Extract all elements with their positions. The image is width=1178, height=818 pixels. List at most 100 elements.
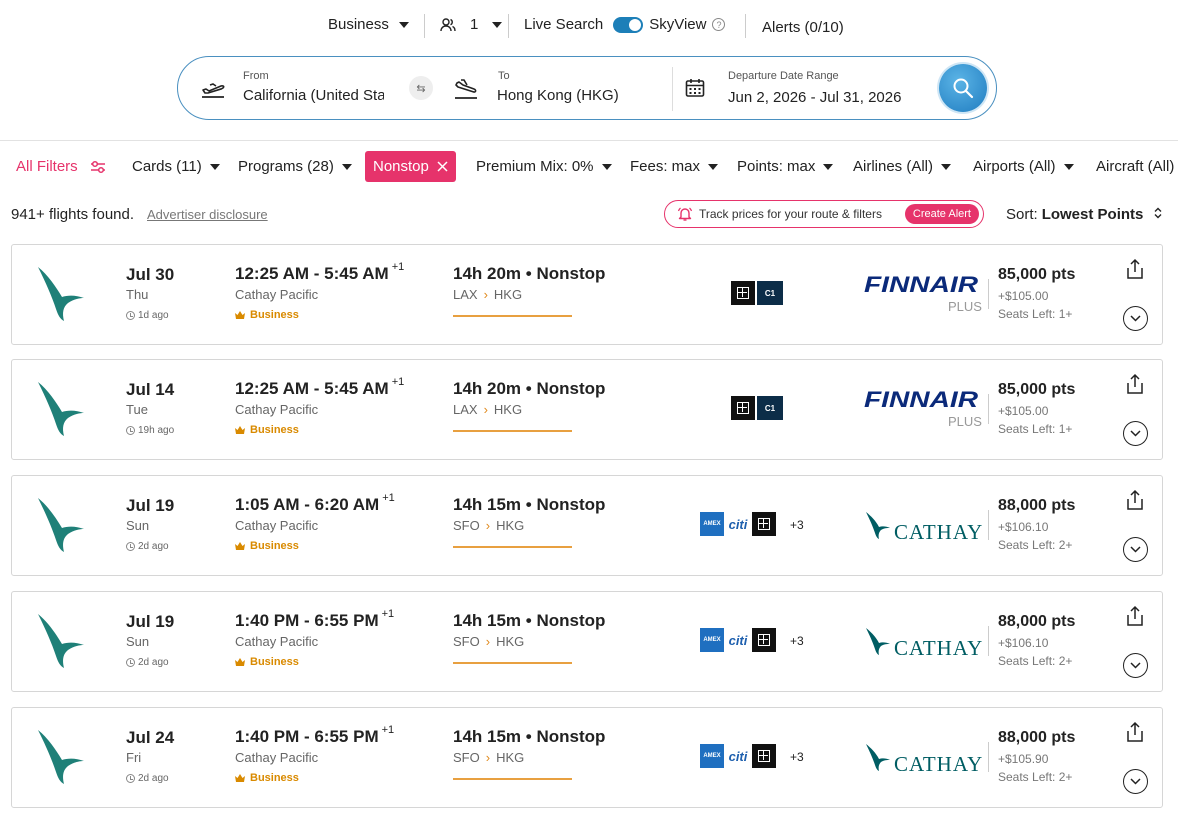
programs-filter[interactable]: Programs (28) [238, 158, 352, 175]
share-icon[interactable] [1124, 605, 1146, 627]
chevron-right-icon: › [485, 634, 491, 649]
cathay-pacific-logo-icon [38, 730, 84, 784]
airlines-filter[interactable]: Airlines (All) [853, 158, 952, 175]
chevron-down-icon [601, 163, 612, 170]
route-line [453, 778, 572, 780]
cabin-class: Business [235, 424, 299, 436]
more-cards-count[interactable]: +3 [790, 634, 804, 648]
sort-select[interactable]: Sort: Lowest Points [1006, 206, 1162, 223]
live-search-toggle[interactable]: Live Search SkyView ? [524, 16, 726, 33]
help-icon[interactable]: ? [712, 18, 726, 31]
skyview-toggle-switch[interactable] [613, 16, 644, 33]
flight-time-range: 12:25 AM - 5:45 AM [235, 379, 389, 398]
sort-label: Sort: [1006, 206, 1038, 223]
cabin-class-text: Business [250, 656, 299, 668]
amex-card-icon: AMEX [700, 628, 724, 652]
share-icon[interactable] [1124, 721, 1146, 743]
close-icon[interactable] [437, 161, 448, 172]
clock-icon [126, 658, 135, 667]
flight-date: Jul 19 [126, 496, 175, 515]
share-icon[interactable] [1124, 489, 1146, 511]
all-filters-label: All Filters [16, 158, 78, 175]
divider [988, 742, 989, 772]
passenger-select[interactable]: 1 [440, 16, 503, 33]
flight-card[interactable]: Jul 14 Tue 19h ago 12:25 AM - 5:45 AM +1 Cath… [11, 359, 1163, 460]
flight-card[interactable]: Jul 30 Thu 1d ago 12:25 AM - 5:45 AM +1 Catha… [11, 244, 1163, 345]
cabin-class: Business [235, 656, 299, 668]
aircraft-filter[interactable]: Aircraft (All) [1096, 158, 1174, 175]
citi-card-icon: citi [726, 512, 750, 536]
more-cards-count[interactable]: +3 [790, 750, 804, 764]
more-cards-count[interactable]: +3 [790, 518, 804, 532]
cathay-pacific-logo-icon [38, 614, 84, 668]
flight-route: SFO › HKG [453, 750, 524, 765]
date-range-field[interactable]: Departure Date Range Jun 2, 2026 - Jul 3… [673, 57, 923, 119]
track-prices-banner: Track prices for your route & filters Cr… [664, 200, 984, 228]
loyalty-program-logo: CATHAY [864, 622, 982, 662]
cabin-select[interactable]: Business [328, 16, 409, 33]
search-button[interactable] [939, 64, 987, 112]
divider [988, 510, 989, 540]
expand-button[interactable] [1123, 537, 1148, 562]
advertiser-disclosure-link[interactable]: Advertiser disclosure [147, 207, 268, 222]
airports-filter-label: Airports (All) [973, 158, 1056, 175]
all-filters-button[interactable]: All Filters [16, 158, 106, 175]
cathay-logo-icon: CATHAY [866, 744, 982, 776]
cash-fee: +$106.10 [998, 636, 1049, 650]
cash-fee: +$105.00 [998, 404, 1049, 418]
crown-icon [235, 426, 245, 434]
route-line [453, 430, 572, 432]
flight-time-range: 12:25 AM - 5:45 AM [235, 264, 389, 283]
airline-name: Cathay Pacific [235, 287, 319, 302]
cards-filter[interactable]: Cards (11) [132, 158, 220, 175]
points-filter[interactable]: Points: max [737, 158, 834, 175]
flight-card[interactable]: Jul 19 Sun 2d ago 1:05 AM - 6:20 AM +1 Cathay… [11, 475, 1163, 576]
flight-card[interactable]: Jul 19 Sun 2d ago 1:40 PM - 6:55 PM +1 Cathay… [11, 591, 1163, 692]
cabin-class: Business [235, 309, 299, 321]
program-name: CATHAY [894, 752, 982, 776]
destination-airport: HKG [496, 750, 525, 765]
clock-icon [126, 426, 135, 435]
sliders-icon [90, 160, 105, 173]
expand-button[interactable] [1123, 306, 1148, 331]
flight-date: Jul 14 [126, 380, 175, 399]
fees-filter[interactable]: Fees: max [630, 158, 719, 175]
chevron-down-icon [1130, 778, 1141, 785]
flight-times: 12:25 AM - 5:45 AM +1 [235, 261, 404, 284]
flight-card[interactable]: Jul 24 Fri 2d ago 1:40 PM - 6:55 PM +1 Cathay… [11, 707, 1163, 808]
cathay-pacific-logo-icon [38, 267, 84, 321]
divider [424, 14, 425, 38]
expand-button[interactable] [1123, 421, 1148, 446]
expand-button[interactable] [1123, 653, 1148, 678]
airports-filter[interactable]: Airports (All) [973, 158, 1074, 175]
share-icon[interactable] [1124, 373, 1146, 395]
chevron-right-icon: › [483, 402, 488, 417]
program-name: CATHAY [894, 520, 982, 544]
day-offset: +1 [391, 376, 405, 388]
destination-airport: HKG [493, 287, 523, 302]
swap-button[interactable]: ⇆ [409, 76, 433, 100]
premium-mix-filter[interactable]: Premium Mix: 0% [476, 158, 612, 175]
date-range-value: Jun 2, 2026 - Jul 31, 2026 [728, 89, 902, 106]
flight-duration: 14h 15m • Nonstop [453, 611, 606, 630]
from-field[interactable]: From California (United States) [178, 57, 414, 119]
create-alert-button[interactable]: Create Alert [904, 204, 979, 224]
flight-duration: 14h 20m • Nonstop [453, 379, 606, 398]
expand-button[interactable] [1123, 769, 1148, 794]
users-icon [440, 17, 456, 31]
credit-cards: AMEX citi [700, 628, 776, 652]
share-icon[interactable] [1124, 258, 1146, 280]
points-filter-label: Points: max [737, 158, 816, 175]
passenger-count: 1 [470, 16, 479, 33]
updated-ago-text: 2d ago [138, 773, 169, 784]
to-field[interactable]: To Hong Kong (HKG) [436, 57, 670, 119]
flight-date: Jul 30 [126, 265, 175, 284]
airline-name: Cathay Pacific [235, 518, 319, 533]
crown-icon [235, 658, 245, 666]
nonstop-chip[interactable]: Nonstop [365, 151, 456, 182]
updated-ago: 2d ago [126, 773, 169, 784]
chevron-down-icon [209, 163, 220, 170]
airline-logo [36, 728, 86, 786]
alerts-link[interactable]: Alerts (0/10) [762, 19, 844, 36]
loyalty-program-logo: FINNAIR PLUS [864, 272, 982, 315]
